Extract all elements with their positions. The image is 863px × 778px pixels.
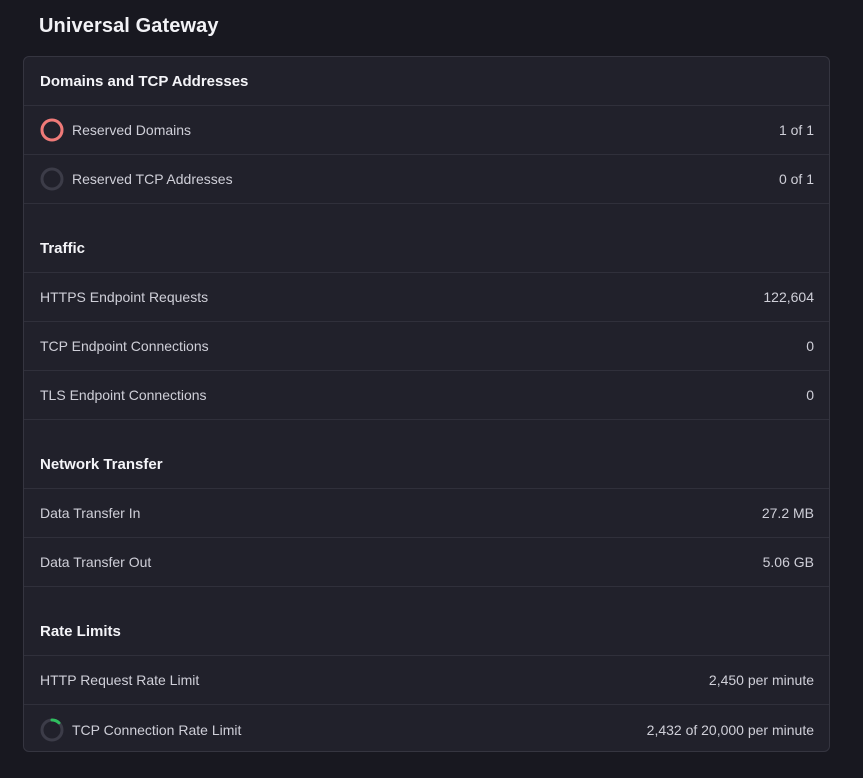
row-value: 122,604	[763, 289, 814, 305]
row-http-request-rate-limit: HTTP Request Rate Limit 2,450 per minute	[24, 656, 829, 705]
usage-ring-icon	[40, 167, 64, 191]
row-value: 2,432 of 20,000 per minute	[646, 721, 814, 738]
row-label: Data Transfer Out	[40, 554, 152, 570]
row-value: 0	[806, 387, 814, 403]
section-header-traffic: Traffic	[24, 204, 829, 273]
row-tcp-endpoint-connections: TCP Endpoint Connections 0	[24, 322, 829, 371]
row-label: TCP Endpoint Connections	[40, 338, 209, 354]
row-reserved-tcp-addresses: Reserved TCP Addresses 0 of 1	[24, 155, 829, 204]
row-value: 0 of 1	[778, 171, 814, 187]
row-label: Reserved Domains	[72, 122, 192, 138]
usage-ring-icon	[40, 118, 64, 142]
row-label: Reserved TCP Addresses	[72, 171, 233, 187]
row-reserved-domains: Reserved Domains 1 of 1	[24, 106, 829, 155]
page-title: Universal Gateway	[39, 15, 219, 37]
row-data-transfer-out: Data Transfer Out 5.06 GB	[24, 538, 829, 587]
row-value: 5.06 GB	[762, 554, 814, 570]
usage-ring-icon	[40, 718, 64, 742]
section-header-network-transfer: Network Transfer	[24, 420, 829, 489]
row-label: TLS Endpoint Connections	[40, 387, 207, 403]
row-tls-endpoint-connections: TLS Endpoint Connections 0	[24, 371, 829, 420]
row-label: HTTPS Endpoint Requests	[40, 289, 209, 305]
row-label: HTTP Request Rate Limit	[40, 672, 200, 688]
row-label: Data Transfer In	[40, 505, 141, 521]
row-value: 27.2 MB	[761, 505, 814, 521]
section-header-domains: Domains and TCP Addresses	[24, 57, 829, 106]
row-data-transfer-in: Data Transfer In 27.2 MB	[24, 489, 829, 538]
row-value: 1 of 1	[778, 122, 814, 138]
row-https-endpoint-requests: HTTPS Endpoint Requests 122,604	[24, 273, 829, 322]
row-label: TCP Connection Rate Limit	[72, 721, 242, 738]
row-tcp-connection-rate-limit: TCP Connection Rate Limit 2,432 of 20,00…	[24, 705, 829, 751]
usage-card: Domains and TCP Addresses Reserved Domai…	[23, 56, 830, 752]
row-value: 0	[806, 338, 814, 354]
row-value: 2,450 per minute	[708, 672, 814, 688]
section-header-rate-limits: Rate Limits	[24, 587, 829, 656]
